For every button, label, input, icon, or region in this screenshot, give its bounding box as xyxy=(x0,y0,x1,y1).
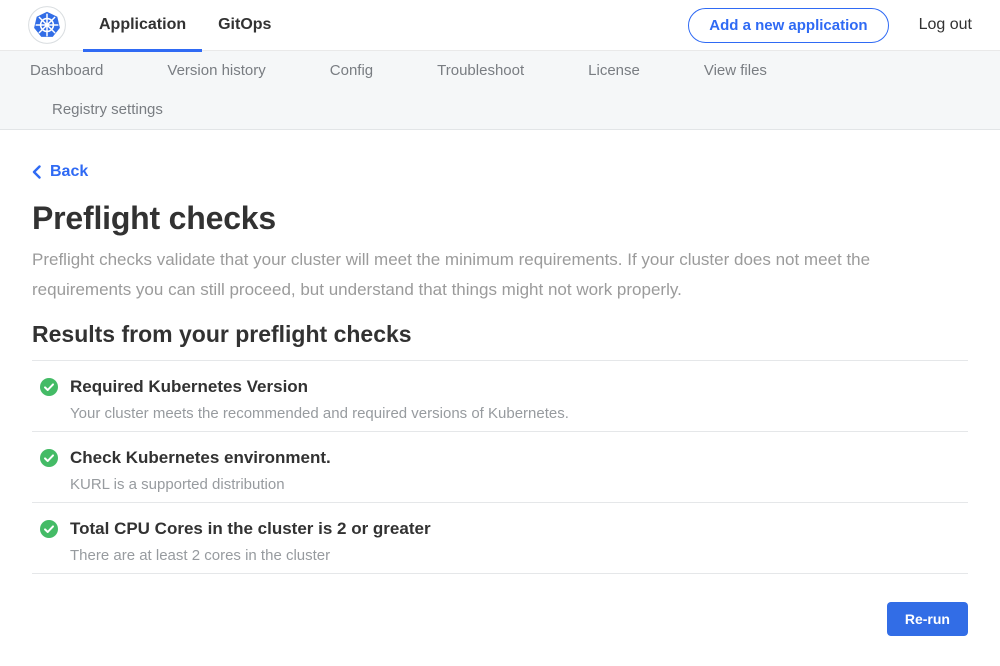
tab-application[interactable]: Application xyxy=(83,0,202,51)
check-circle-icon xyxy=(40,520,58,538)
check-row-text: Check Kubernetes environment. KURL is a … xyxy=(70,447,331,494)
check-circle-icon xyxy=(40,378,58,396)
check-circle-icon xyxy=(40,449,58,467)
subnav-item-troubleshoot[interactable]: Troubleshoot xyxy=(437,51,524,90)
tab-gitops-label: GitOps xyxy=(218,16,271,34)
app-subnav: Dashboard Version history Config Trouble… xyxy=(0,51,1000,130)
subnav-item-dashboard[interactable]: Dashboard xyxy=(30,51,103,90)
check-message: Your cluster meets the recommended and r… xyxy=(70,405,569,423)
subnav-item-license[interactable]: License xyxy=(588,51,640,90)
top-navbar: Application GitOps Add a new application… xyxy=(0,0,1000,51)
check-title: Required Kubernetes Version xyxy=(70,376,569,397)
page-title: Preflight checks xyxy=(32,200,968,237)
check-title: Total CPU Cores in the cluster is 2 or g… xyxy=(70,518,431,539)
back-link[interactable]: Back xyxy=(32,163,88,181)
subnav-item-version-history[interactable]: Version history xyxy=(167,51,265,90)
check-row-cpu-cores: Total CPU Cores in the cluster is 2 or g… xyxy=(32,503,968,574)
preflight-page: Back Preflight checks Preflight checks v… xyxy=(0,130,1000,636)
subnav-item-registry-settings[interactable]: Registry settings xyxy=(52,90,163,129)
rerun-button[interactable]: Re-run xyxy=(887,602,968,636)
kubernetes-logo-icon xyxy=(28,6,66,44)
check-message: There are at least 2 cores in the cluste… xyxy=(70,547,431,565)
tab-application-label: Application xyxy=(99,16,186,34)
check-row-kubernetes-environment: Check Kubernetes environment. KURL is a … xyxy=(32,432,968,503)
check-row-text: Total CPU Cores in the cluster is 2 or g… xyxy=(70,518,431,565)
footer-actions: Re-run xyxy=(32,602,968,636)
subnav-item-config[interactable]: Config xyxy=(330,51,373,90)
check-row-kubernetes-version: Required Kubernetes Version Your cluster… xyxy=(32,361,968,432)
logout-button[interactable]: Log out xyxy=(919,16,972,34)
check-row-text: Required Kubernetes Version Your cluster… xyxy=(70,376,569,423)
subnav-item-view-files[interactable]: View files xyxy=(704,51,767,90)
add-application-button[interactable]: Add a new application xyxy=(688,8,888,43)
check-message: KURL is a supported distribution xyxy=(70,476,331,494)
tab-gitops[interactable]: GitOps xyxy=(202,0,287,51)
check-title: Check Kubernetes environment. xyxy=(70,447,331,468)
results-heading: Results from your preflight checks xyxy=(32,321,968,348)
chevron-left-icon xyxy=(32,165,41,179)
back-link-label: Back xyxy=(50,163,88,181)
page-description: Preflight checks validate that your clus… xyxy=(32,245,942,305)
preflight-check-list: Required Kubernetes Version Your cluster… xyxy=(32,360,968,574)
